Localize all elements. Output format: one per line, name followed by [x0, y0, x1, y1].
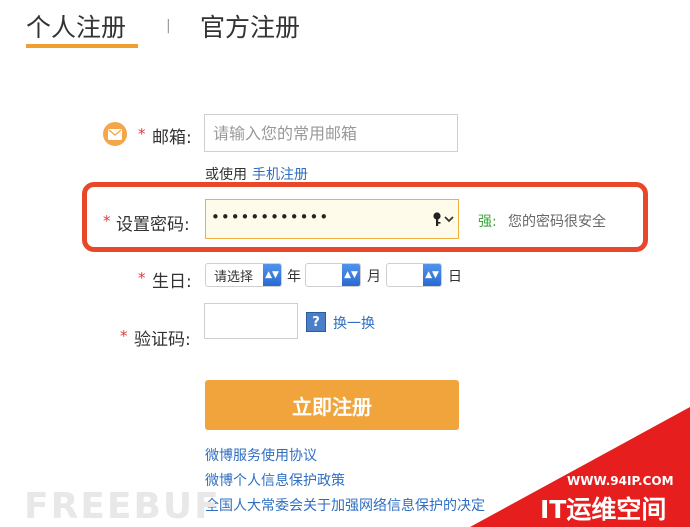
day-unit: 日	[448, 269, 462, 285]
birth-day-select[interactable]: ▲▼	[386, 263, 442, 287]
tab-separator: |	[166, 18, 171, 34]
agreement-link-service[interactable]: 微博服务使用协议	[205, 445, 317, 465]
password-required-mark: *	[103, 212, 111, 230]
corner-watermark-brand: IT运维空间	[540, 495, 667, 524]
password-label: 设置密码:	[116, 215, 190, 235]
captcha-required-mark: *	[120, 327, 128, 345]
password-strength-label: 强:	[478, 214, 497, 230]
captcha-refresh-link[interactable]: 换一换	[333, 313, 375, 333]
select-arrows-icon: ▲▼	[263, 264, 281, 286]
help-refresh-icon[interactable]: ?	[306, 312, 326, 332]
tab-official-registration[interactable]: 官方注册	[200, 8, 300, 44]
email-alt-prefix: 或使用	[205, 167, 247, 183]
active-tab-indicator	[26, 44, 138, 48]
year-unit: 年	[287, 269, 301, 285]
birth-month-select[interactable]: ▲▼	[305, 263, 361, 287]
corner-watermark-url: WWW.94IP.COM	[567, 474, 674, 488]
key-icon[interactable]	[432, 209, 458, 229]
birth-year-value: 请选择	[214, 269, 254, 285]
password-value: ••••••••••••	[211, 208, 330, 226]
captcha-label: 验证码:	[134, 330, 191, 350]
email-label: 邮箱:	[152, 128, 192, 148]
mail-icon	[103, 122, 127, 146]
email-required-mark: *	[138, 125, 146, 143]
birth-year-select[interactable]: 请选择 ▲▼	[205, 263, 282, 287]
select-arrows-icon: ▲▼	[423, 264, 441, 286]
birthday-label: 生日:	[152, 272, 192, 292]
captcha-input[interactable]	[204, 303, 298, 339]
password-strength-message: 您的密码很安全	[508, 214, 606, 230]
month-unit: 月	[367, 269, 381, 285]
freebuf-watermark: FREEBUF	[24, 486, 221, 527]
phone-register-link[interactable]: 手机注册	[252, 164, 308, 184]
birthday-required-mark: *	[138, 269, 146, 287]
email-input[interactable]	[204, 114, 458, 152]
agreement-link-law[interactable]: 全国人大常委会关于加强网络信息保护的决定	[205, 495, 485, 515]
agreement-link-privacy[interactable]: 微博个人信息保护政策	[205, 470, 345, 490]
tab-personal-registration[interactable]: 个人注册	[26, 8, 126, 44]
select-arrows-icon: ▲▼	[342, 264, 360, 286]
register-now-button[interactable]: 立即注册	[205, 380, 459, 430]
